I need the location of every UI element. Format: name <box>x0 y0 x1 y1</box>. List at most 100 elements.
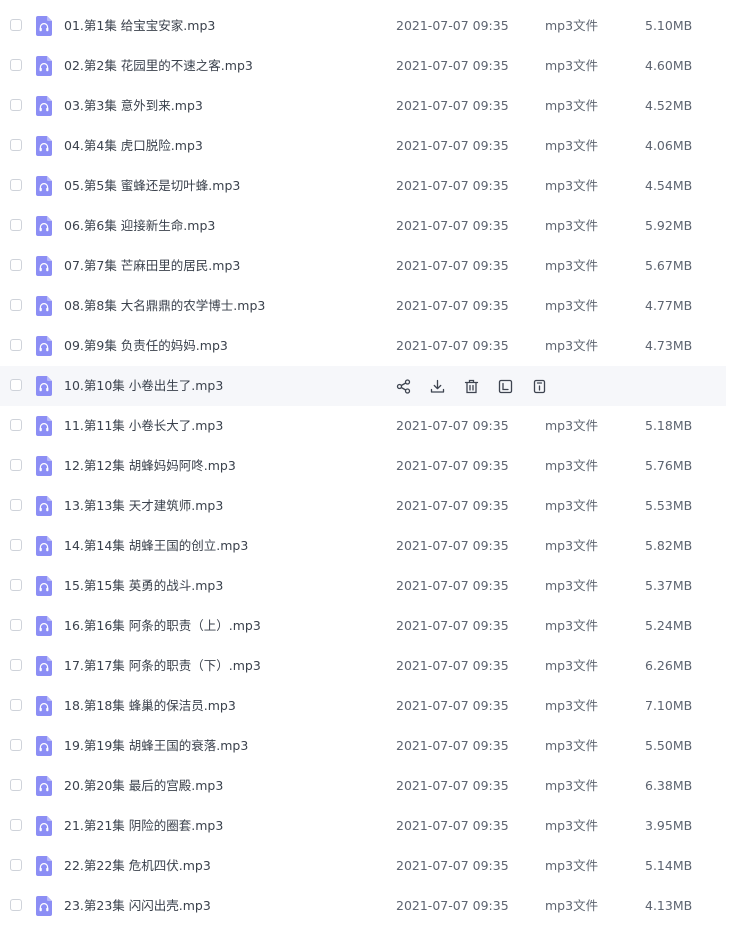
file-row-2[interactable]: 02.第2集 花园里的不速之客.mp3 2021-07-07 09:35 mp3… <box>0 46 726 86</box>
rename-icon[interactable] <box>496 377 514 395</box>
file-row-10[interactable]: 10.第10集 小卷出生了.mp3 <box>0 366 726 406</box>
file-size: 5.14MB <box>645 858 693 873</box>
file-row-5[interactable]: 05.第5集 蜜蜂还是切叶蜂.mp3 2021-07-07 09:35 mp3文… <box>0 166 726 206</box>
file-name[interactable]: 02.第2集 花园里的不速之客.mp3 <box>64 46 253 86</box>
audio-file-icon <box>36 616 52 636</box>
audio-file-icon <box>36 416 52 436</box>
file-name[interactable]: 11.第11集 小卷长大了.mp3 <box>64 406 223 446</box>
file-type: mp3文件 <box>545 658 599 673</box>
file-date: 2021-07-07 09:35 <box>396 338 509 353</box>
row-checkbox[interactable] <box>10 859 22 871</box>
file-row-19[interactable]: 19.第19集 胡蜂王国的衰落.mp3 2021-07-07 09:35 mp3… <box>0 726 726 766</box>
row-checkbox[interactable] <box>10 739 22 751</box>
row-checkbox[interactable] <box>10 779 22 791</box>
row-checkbox[interactable] <box>10 699 22 711</box>
row-checkbox[interactable] <box>10 419 22 431</box>
file-date: 2021-07-07 09:35 <box>396 738 509 753</box>
file-name[interactable]: 14.第14集 胡蜂王国的创立.mp3 <box>64 526 248 566</box>
file-name[interactable]: 03.第3集 意外到来.mp3 <box>64 86 203 126</box>
file-name[interactable]: 22.第22集 危机四伏.mp3 <box>64 846 211 886</box>
file-name[interactable]: 10.第10集 小卷出生了.mp3 <box>64 366 223 406</box>
audio-file-icon <box>36 536 52 556</box>
file-size: 5.67MB <box>645 258 693 273</box>
file-name[interactable]: 20.第20集 最后的宫殿.mp3 <box>64 766 223 806</box>
file-date: 2021-07-07 09:35 <box>396 418 509 433</box>
delete-icon[interactable] <box>462 377 480 395</box>
file-row-12[interactable]: 12.第12集 胡蜂妈妈阿咚.mp3 2021-07-07 09:35 mp3文… <box>0 446 726 486</box>
audio-file-icon <box>36 176 52 196</box>
file-row-21[interactable]: 21.第21集 阴险的圈套.mp3 2021-07-07 09:35 mp3文件… <box>0 806 726 846</box>
row-checkbox[interactable] <box>10 379 22 391</box>
file-row-11[interactable]: 11.第11集 小卷长大了.mp3 2021-07-07 09:35 mp3文件… <box>0 406 726 446</box>
download-icon[interactable] <box>428 377 446 395</box>
file-type: mp3文件 <box>545 18 599 33</box>
file-row-4[interactable]: 04.第4集 虎口脱险.mp3 2021-07-07 09:35 mp3文件 4… <box>0 126 726 166</box>
file-name[interactable]: 05.第5集 蜜蜂还是切叶蜂.mp3 <box>64 166 240 206</box>
row-checkbox[interactable] <box>10 619 22 631</box>
copy-icon[interactable] <box>530 377 548 395</box>
file-name[interactable]: 15.第15集 英勇的战斗.mp3 <box>64 566 223 606</box>
file-name[interactable]: 09.第9集 负责任的妈妈.mp3 <box>64 326 228 366</box>
file-row-9[interactable]: 09.第9集 负责任的妈妈.mp3 2021-07-07 09:35 mp3文件… <box>0 326 726 366</box>
file-name[interactable]: 07.第7集 芒麻田里的居民.mp3 <box>64 246 240 286</box>
row-checkbox[interactable] <box>10 539 22 551</box>
row-checkbox[interactable] <box>10 499 22 511</box>
file-name[interactable]: 17.第17集 阿条的职责（下）.mp3 <box>64 646 261 686</box>
file-name[interactable]: 08.第8集 大名鼎鼎的农学博士.mp3 <box>64 286 265 326</box>
file-size: 6.26MB <box>645 658 693 673</box>
file-size: 3.95MB <box>645 818 693 833</box>
audio-file-icon <box>36 136 52 156</box>
row-checkbox[interactable] <box>10 19 22 31</box>
file-row-22[interactable]: 22.第22集 危机四伏.mp3 2021-07-07 09:35 mp3文件 … <box>0 846 726 886</box>
file-row-15[interactable]: 15.第15集 英勇的战斗.mp3 2021-07-07 09:35 mp3文件… <box>0 566 726 606</box>
file-type: mp3文件 <box>545 778 599 793</box>
file-name[interactable]: 16.第16集 阿条的职责（上）.mp3 <box>64 606 261 646</box>
row-checkbox[interactable] <box>10 179 22 191</box>
audio-file-icon <box>36 816 52 836</box>
file-row-13[interactable]: 13.第13集 天才建筑师.mp3 2021-07-07 09:35 mp3文件… <box>0 486 726 526</box>
audio-file-icon <box>36 656 52 676</box>
file-name[interactable]: 18.第18集 蜂巢的保洁员.mp3 <box>64 686 236 726</box>
file-name[interactable]: 12.第12集 胡蜂妈妈阿咚.mp3 <box>64 446 236 486</box>
row-checkbox[interactable] <box>10 99 22 111</box>
file-name[interactable]: 04.第4集 虎口脱险.mp3 <box>64 126 203 166</box>
file-row-7[interactable]: 07.第7集 芒麻田里的居民.mp3 2021-07-07 09:35 mp3文… <box>0 246 726 286</box>
file-name[interactable]: 23.第23集 闪闪出壳.mp3 <box>64 886 211 926</box>
file-name[interactable]: 19.第19集 胡蜂王国的衰落.mp3 <box>64 726 248 766</box>
audio-file-icon <box>36 496 52 516</box>
share-icon[interactable] <box>394 377 412 395</box>
file-name[interactable]: 06.第6集 迎接新生命.mp3 <box>64 206 215 246</box>
file-type: mp3文件 <box>545 298 599 313</box>
file-name[interactable]: 01.第1集 给宝宝安家.mp3 <box>64 6 215 46</box>
row-checkbox[interactable] <box>10 899 22 911</box>
file-row-1[interactable]: 01.第1集 给宝宝安家.mp3 2021-07-07 09:35 mp3文件 … <box>0 6 726 46</box>
file-type: mp3文件 <box>545 218 599 233</box>
file-row-6[interactable]: 06.第6集 迎接新生命.mp3 2021-07-07 09:35 mp3文件 … <box>0 206 726 246</box>
file-row-14[interactable]: 14.第14集 胡蜂王国的创立.mp3 2021-07-07 09:35 mp3… <box>0 526 726 566</box>
file-row-17[interactable]: 17.第17集 阿条的职责（下）.mp3 2021-07-07 09:35 mp… <box>0 646 726 686</box>
row-checkbox[interactable] <box>10 659 22 671</box>
file-row-8[interactable]: 08.第8集 大名鼎鼎的农学博士.mp3 2021-07-07 09:35 mp… <box>0 286 726 326</box>
file-row-20[interactable]: 20.第20集 最后的宫殿.mp3 2021-07-07 09:35 mp3文件… <box>0 766 726 806</box>
file-row-16[interactable]: 16.第16集 阿条的职责（上）.mp3 2021-07-07 09:35 mp… <box>0 606 726 646</box>
row-checkbox[interactable] <box>10 299 22 311</box>
row-checkbox[interactable] <box>10 219 22 231</box>
row-checkbox[interactable] <box>10 139 22 151</box>
audio-file-icon <box>36 856 52 876</box>
file-row-18[interactable]: 18.第18集 蜂巢的保洁员.mp3 2021-07-07 09:35 mp3文… <box>0 686 726 726</box>
row-checkbox[interactable] <box>10 819 22 831</box>
file-name[interactable]: 13.第13集 天才建筑师.mp3 <box>64 486 223 526</box>
file-type: mp3文件 <box>545 498 599 513</box>
file-list: 01.第1集 给宝宝安家.mp3 2021-07-07 09:35 mp3文件 … <box>0 0 746 924</box>
row-checkbox[interactable] <box>10 459 22 471</box>
file-row-23[interactable]: 23.第23集 闪闪出壳.mp3 2021-07-07 09:35 mp3文件 … <box>0 886 726 926</box>
file-date: 2021-07-07 09:35 <box>396 58 509 73</box>
row-checkbox[interactable] <box>10 59 22 71</box>
file-size: 4.73MB <box>645 338 693 353</box>
row-checkbox[interactable] <box>10 259 22 271</box>
row-checkbox[interactable] <box>10 579 22 591</box>
file-name[interactable]: 21.第21集 阴险的圈套.mp3 <box>64 806 223 846</box>
file-date: 2021-07-07 09:35 <box>396 578 509 593</box>
row-checkbox[interactable] <box>10 339 22 351</box>
file-row-3[interactable]: 03.第3集 意外到来.mp3 2021-07-07 09:35 mp3文件 4… <box>0 86 726 126</box>
